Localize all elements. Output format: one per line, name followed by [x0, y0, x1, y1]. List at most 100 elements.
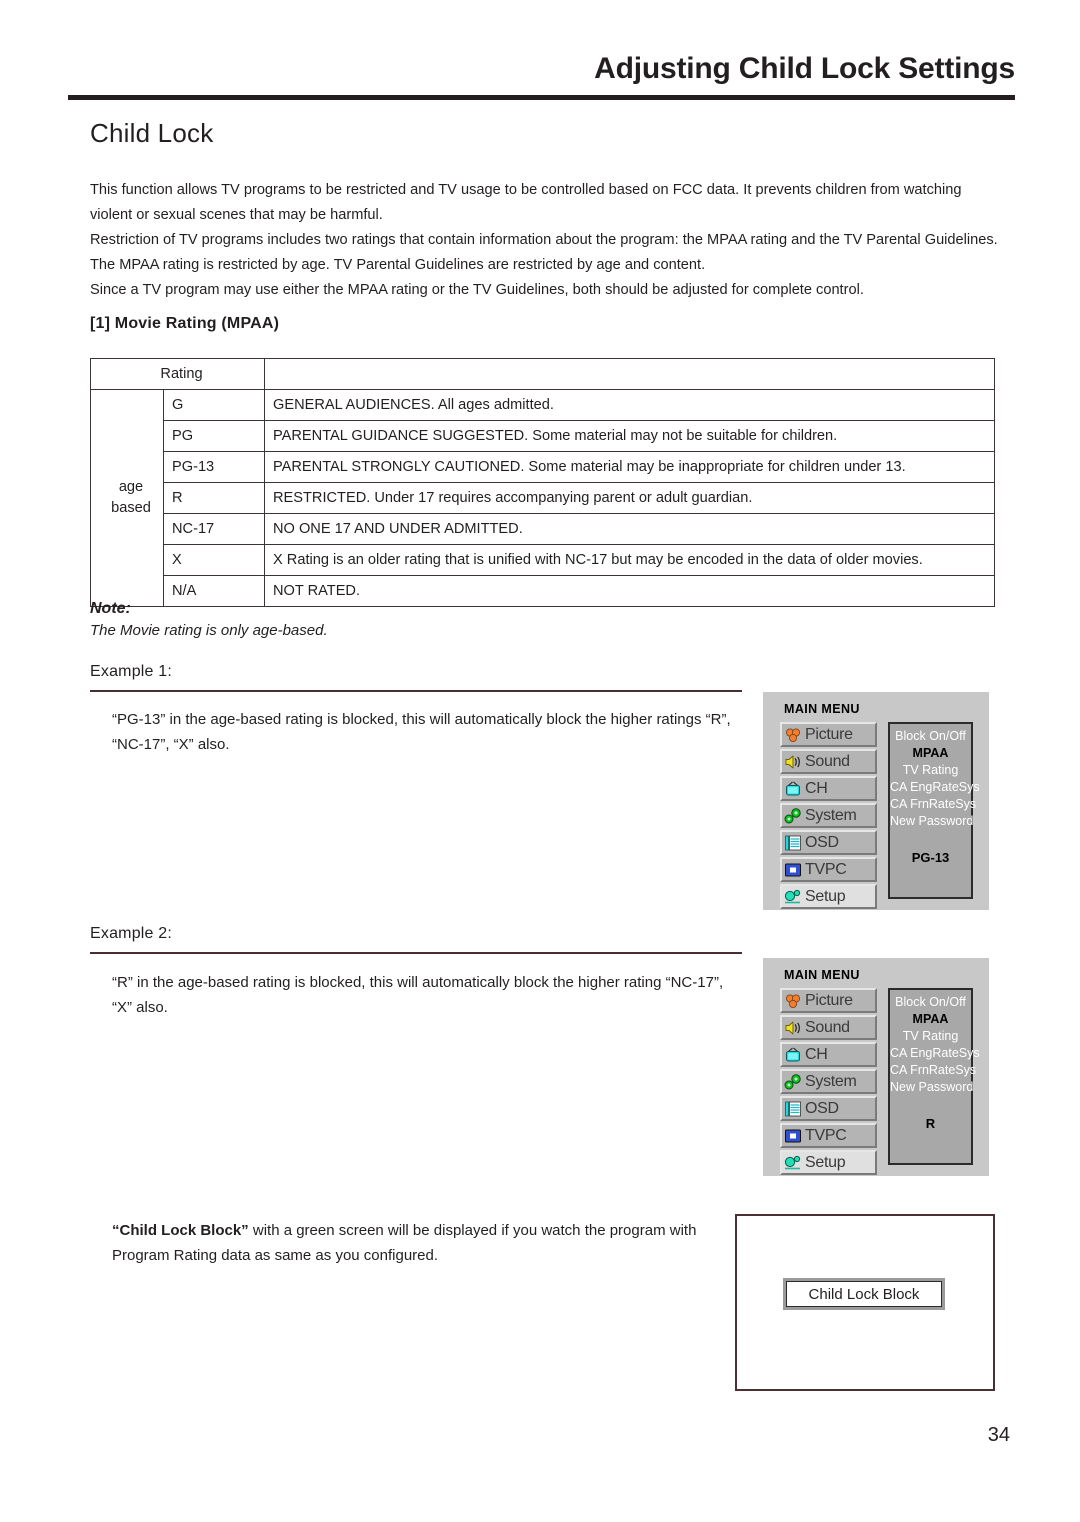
rating-code: R	[163, 482, 265, 514]
osd-selected-rating-value: PG-13	[911, 850, 950, 865]
example-2-label: Example 2:	[90, 925, 173, 942]
table-row: X X Rating is an older rating that is un…	[91, 544, 995, 576]
osd-item-label: Sound	[805, 1018, 850, 1036]
page-title: Adjusting Child Lock Settings	[594, 52, 1015, 85]
tvpc-icon	[784, 1127, 802, 1145]
title-divider-rule	[68, 95, 1015, 100]
sound-icon	[784, 753, 802, 771]
osd-item-osd[interactable]: OSD	[780, 1096, 877, 1121]
osd-item-osd[interactable]: OSD	[780, 830, 877, 855]
osd-item-system[interactable]: System	[780, 1069, 877, 1094]
osd-menu-list: Picture Sound CH System OSD TVPC Setup	[780, 988, 877, 1177]
child-lock-block-description: “Child Lock Block” with a green screen w…	[112, 1218, 732, 1268]
page-number: 34	[987, 1424, 1010, 1446]
osd-selected-rating-value: R	[925, 1116, 936, 1131]
intro-paragraphs: This function allows TV programs to be r…	[90, 178, 1005, 303]
osd-submenu-item-new-password[interactable]: New Password	[890, 813, 973, 830]
osd-submenu-item-mpaa[interactable]: MPAA	[890, 1011, 971, 1028]
rating-description: PARENTAL STRONGLY CAUTIONED. Some materi…	[264, 451, 995, 483]
osd-submenu-item-tv-rating[interactable]: TV Rating	[890, 1028, 971, 1045]
table-header-row: Rating	[90, 358, 995, 390]
osd-item-sound[interactable]: Sound	[780, 749, 877, 774]
osd-submenu: Block On/Off MPAA TV Rating CA EngRateSy…	[888, 988, 980, 1165]
osd-icon	[784, 834, 802, 852]
system-icon	[784, 807, 802, 825]
osd-item-setup[interactable]: Setup	[780, 1150, 877, 1175]
osd-item-tvpc[interactable]: TVPC	[780, 1123, 877, 1148]
osd-submenu-item-ca-frnratesys[interactable]: CA FrnRateSys	[890, 1062, 976, 1079]
osd-menu-example-2: MAIN MENU Picture Sound CH System OSD TV…	[763, 958, 989, 1176]
osd-item-label: TVPC	[805, 1126, 847, 1144]
osd-main-menu-title: MAIN MENU	[784, 968, 860, 982]
osd-item-label: Picture	[805, 725, 853, 743]
osd-submenu-item-new-password[interactable]: New Password	[890, 1079, 973, 1096]
subsection-label: [1] Movie Rating (MPAA)	[90, 315, 280, 332]
osd-submenu-item-ca-engratesys[interactable]: CA EngRateSys	[890, 1045, 980, 1062]
sound-icon	[784, 1019, 802, 1037]
osd-item-label: Sound	[805, 752, 850, 770]
channel-icon	[784, 780, 802, 798]
osd-item-picture[interactable]: Picture	[780, 988, 877, 1013]
osd-item-label: CH	[805, 779, 828, 797]
age-based-line-1: age	[118, 479, 144, 495]
system-icon	[784, 1073, 802, 1091]
example-2-rule	[90, 952, 742, 954]
table-row: age based G GENERAL AUDIENCES. All ages …	[90, 389, 995, 607]
example-2-body: “R” in the age-based rating is blocked, …	[112, 974, 724, 1016]
osd-item-sound[interactable]: Sound	[780, 1015, 877, 1040]
table-row: PG PARENTAL GUIDANCE SUGGESTED. Some mat…	[91, 420, 995, 452]
osd-submenu-item-ca-engratesys[interactable]: CA EngRateSys	[890, 779, 980, 796]
osd-item-label: Setup	[805, 1153, 846, 1171]
rating-code: PG-13	[163, 451, 265, 483]
example-1-rule	[90, 690, 742, 692]
rating-description: X Rating is an older rating that is unif…	[264, 544, 995, 576]
rating-code: G	[163, 389, 265, 421]
movie-rating-table: Rating age based G GENERAL AUDIENCES. Al…	[90, 358, 995, 607]
age-based-group-label: age based	[90, 389, 164, 607]
osd-submenu-item-block-on-off[interactable]: Block On/Off	[890, 728, 971, 745]
osd-submenu-item-mpaa[interactable]: MPAA	[890, 745, 971, 762]
rating-description: GENERAL AUDIENCES. All ages admitted.	[264, 389, 995, 421]
table-row: NC-17 NO ONE 17 AND UNDER ADMITTED.	[91, 513, 995, 545]
table-header-rating: Rating	[90, 358, 265, 390]
intro-paragraph-1: This function allows TV programs to be r…	[90, 182, 962, 223]
note-block: Note: The Movie rating is only age-based…	[90, 600, 790, 639]
osd-menu-example-1: MAIN MENU Picture Sound CH System OSD TV…	[763, 692, 989, 910]
osd-item-label: CH	[805, 1045, 828, 1063]
osd-item-label: Setup	[805, 887, 846, 905]
note-text: The Movie rating is only age-based.	[90, 622, 328, 639]
osd-submenu-item-tv-rating[interactable]: TV Rating	[890, 762, 971, 779]
osd-item-ch[interactable]: CH	[780, 1042, 877, 1067]
osd-main-menu-title: MAIN MENU	[784, 702, 860, 716]
rating-code: X	[163, 544, 265, 576]
osd-submenu-item-ca-frnratesys[interactable]: CA FrnRateSys	[890, 796, 976, 813]
osd-item-system[interactable]: System	[780, 803, 877, 828]
osd-item-setup[interactable]: Setup	[780, 884, 877, 909]
osd-item-label: System	[805, 806, 857, 824]
child-lock-block-screen: Child Lock Block	[735, 1214, 995, 1391]
age-based-line-2: based	[111, 500, 151, 516]
channel-icon	[784, 1046, 802, 1064]
rating-description: PARENTAL GUIDANCE SUGGESTED. Some materi…	[264, 420, 995, 452]
picture-icon	[784, 726, 802, 744]
osd-item-ch[interactable]: CH	[780, 776, 877, 801]
tvpc-icon	[784, 861, 802, 879]
osd-submenu-item-block-on-off[interactable]: Block On/Off	[890, 994, 971, 1011]
rating-code: NC-17	[163, 513, 265, 545]
osd-item-picture[interactable]: Picture	[780, 722, 877, 747]
rating-code: PG	[163, 420, 265, 452]
picture-icon	[784, 992, 802, 1010]
osd-item-tvpc[interactable]: TVPC	[780, 857, 877, 882]
osd-item-label: System	[805, 1072, 857, 1090]
osd-item-label: OSD	[805, 833, 839, 851]
osd-icon	[784, 1100, 802, 1118]
rating-description: RESTRICTED. Under 17 requires accompanyi…	[264, 482, 995, 514]
child-lock-block-term: “Child Lock Block”	[112, 1222, 249, 1239]
example-1-body: “PG-13” in the age-based rating is block…	[112, 711, 731, 753]
osd-submenu: Block On/Off MPAA TV Rating CA EngRateSy…	[888, 722, 980, 899]
table-row: R RESTRICTED. Under 17 requires accompan…	[91, 482, 995, 514]
intro-paragraph-3: Since a TV program may use either the MP…	[90, 282, 864, 298]
osd-item-label: OSD	[805, 1099, 839, 1117]
intro-paragraph-2: Restriction of TV programs includes two …	[90, 232, 998, 273]
osd-menu-list: Picture Sound CH System OSD TVPC Setup	[780, 722, 877, 911]
